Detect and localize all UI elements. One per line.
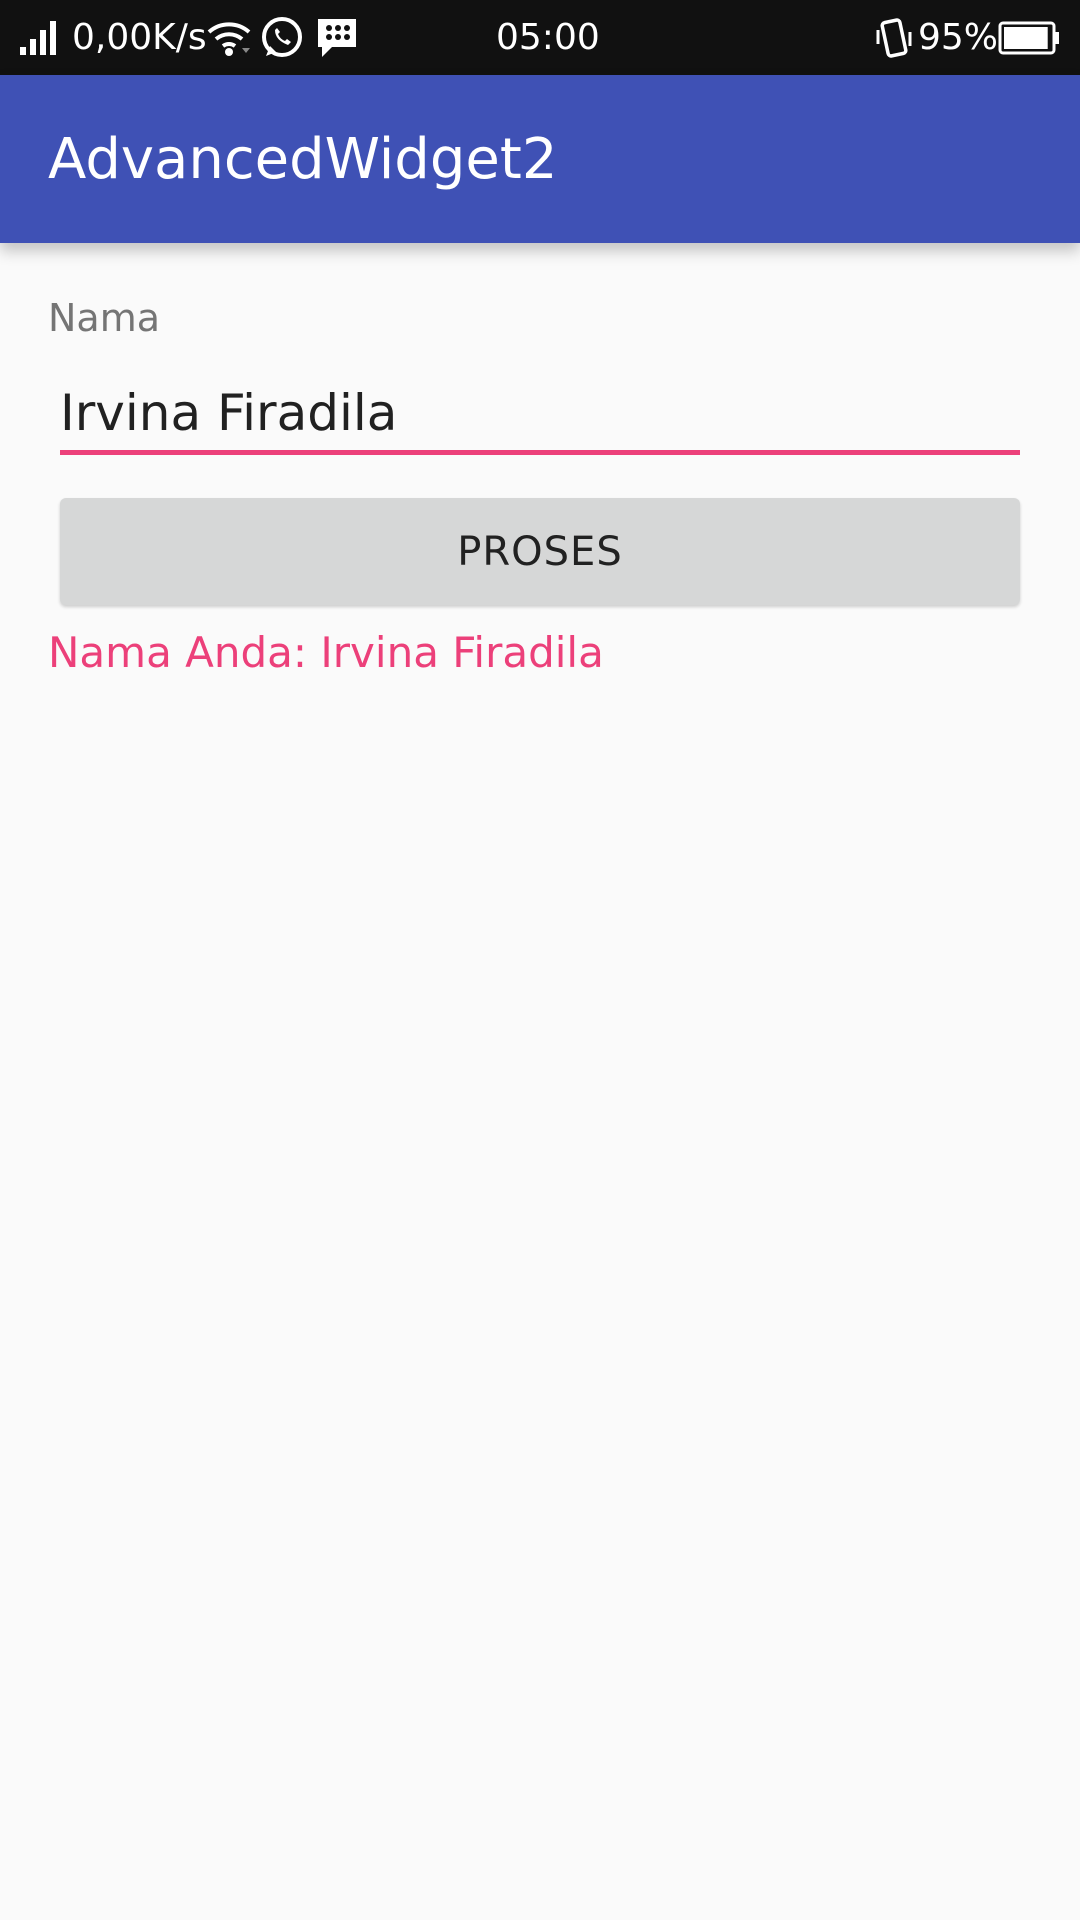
- bbm-icon: [316, 0, 358, 75]
- name-input[interactable]: [60, 375, 1020, 455]
- battery-icon: [998, 0, 1060, 75]
- vibrate-icon: [874, 0, 914, 75]
- name-label: Nama: [48, 296, 161, 340]
- whatsapp-icon: [260, 0, 304, 75]
- signal-icon: [20, 0, 60, 75]
- result-text: Nama Anda: Irvina Firadila: [48, 628, 604, 677]
- status-bar: 0,00K/s 05:00 95%: [0, 0, 1080, 75]
- app-bar: AdvancedWidget2: [0, 75, 1080, 243]
- app-title: AdvancedWidget2: [48, 126, 558, 192]
- network-speed: 0,00K/s: [72, 17, 207, 58]
- battery-percent: 95%: [918, 17, 999, 58]
- app-screen: 0,00K/s 05:00 95% AdvancedWidget2 Nama I…: [0, 0, 1080, 1920]
- wifi-icon: [206, 0, 252, 75]
- proses-button[interactable]: PROSES: [60, 498, 1020, 605]
- clock: 05:00: [496, 17, 600, 58]
